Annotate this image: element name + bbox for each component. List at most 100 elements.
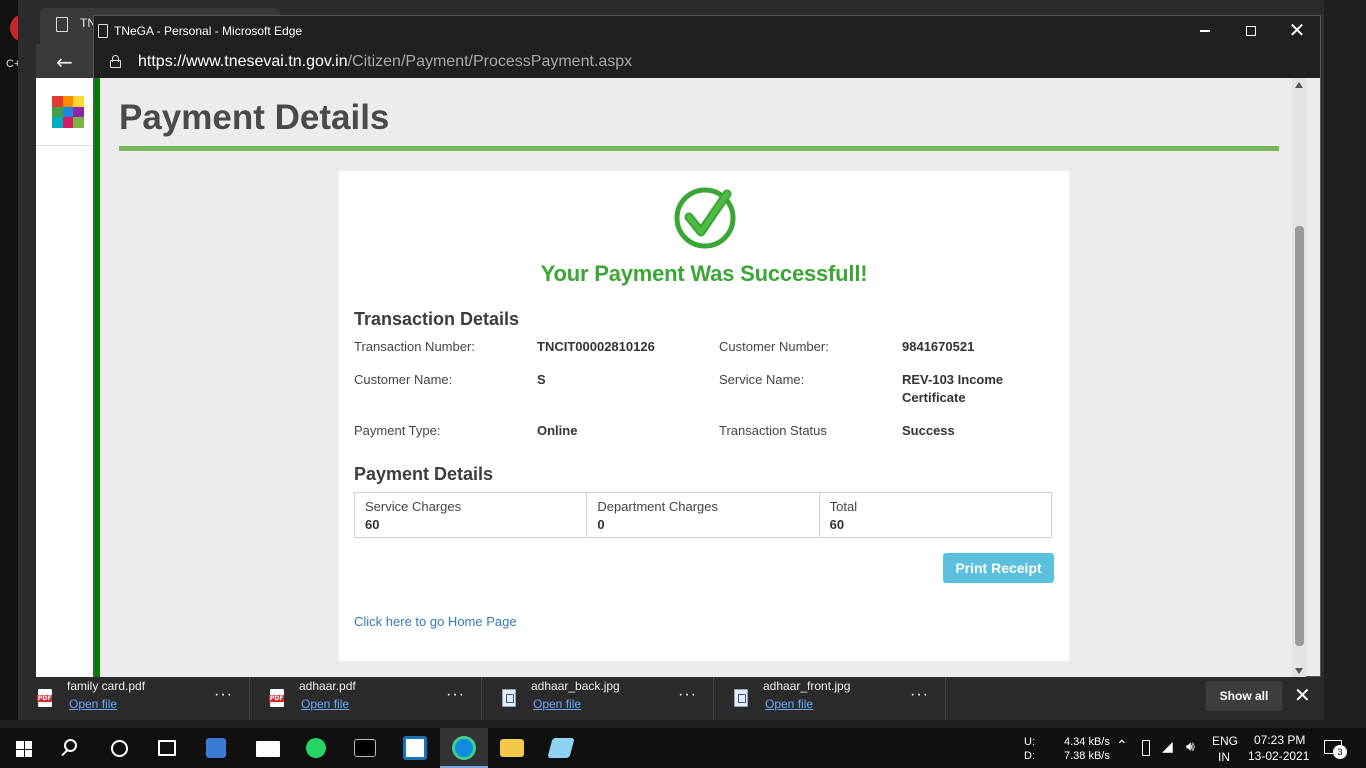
lock-icon[interactable] (110, 55, 121, 68)
service-charges-cell: Service Charges 60 (355, 493, 588, 537)
net-download-speed: 7.38 kB/s (1064, 750, 1110, 762)
payment-card: Your Payment Was Successfull! Transactio… (339, 171, 1069, 661)
network-icon[interactable]: ◢ (1162, 739, 1173, 753)
maximize-button[interactable] (1228, 16, 1274, 46)
service-name-label: Service Name: (719, 372, 805, 387)
scroll-up-arrow-icon[interactable] (1295, 82, 1303, 88)
app-notepad-icon[interactable] (547, 738, 575, 758)
terminal-icon[interactable] (354, 739, 376, 757)
more-options-icon[interactable]: ··· (214, 686, 233, 704)
more-options-icon[interactable]: ··· (446, 686, 465, 704)
download-filename: family card.pdf (67, 679, 146, 693)
customer-name-value: S (537, 372, 546, 387)
open-file-link[interactable]: Open file (69, 697, 117, 711)
title-bar: TNeGA - Personal - Microsoft Edge ✕ (94, 16, 1320, 46)
service-charges-value: 60 (365, 517, 380, 532)
transaction-number-value: TNCIT00002810126 (537, 339, 655, 354)
app-l-icon[interactable] (403, 736, 427, 760)
net-label-upload: U: (1024, 736, 1035, 748)
maximize-icon (1246, 26, 1256, 37)
search-icon[interactable] (64, 739, 77, 752)
page-title: Payment Details (119, 98, 390, 137)
url-host: https://www.tnesevai.tn.gov.in (138, 53, 348, 70)
success-check-icon (674, 187, 736, 249)
file-explorer-icon[interactable] (500, 739, 524, 757)
window-title: TNeGA - Personal - Microsoft Edge (114, 24, 303, 38)
customer-number-value: 9841670521 (902, 339, 975, 354)
payment-type-label: Payment Type: (354, 423, 441, 438)
payment-type-value: Online (537, 423, 578, 438)
print-receipt-button[interactable]: Print Receipt (943, 553, 1054, 583)
open-file-link[interactable]: Open file (533, 697, 581, 711)
mail-icon[interactable] (256, 741, 280, 757)
success-message: Your Payment Was Successfull! (540, 261, 868, 286)
volume-icon[interactable]: 🔊︎ (1186, 739, 1195, 753)
whatsapp-icon[interactable] (306, 738, 326, 758)
download-item[interactable]: family card.pdf Open file ··· (18, 677, 250, 720)
address-bar[interactable]: https://www.tnesevai.tn.gov.in/Citizen/P… (94, 46, 1320, 78)
service-charges-label: Service Charges (365, 499, 462, 514)
windows-start-icon[interactable] (16, 741, 32, 757)
transaction-status-value: Success (902, 423, 955, 438)
download-item[interactable]: adhaar.pdf Open file ··· (250, 677, 482, 720)
net-label-download: D: (1024, 750, 1035, 762)
download-filename: adhaar_back.jpg (531, 679, 620, 693)
home-page-link[interactable]: Click here to go Home Page (354, 614, 517, 629)
url-text[interactable]: https://www.tnesevai.tn.gov.in/Citizen/P… (138, 53, 632, 71)
cortana-icon[interactable] (111, 740, 128, 757)
desktop-left-edge: C+ (0, 0, 24, 720)
customer-number-label: Customer Number: (719, 339, 829, 354)
page-icon (56, 17, 68, 32)
green-frame-left (94, 78, 100, 678)
open-file-link[interactable]: Open file (765, 697, 813, 711)
usb-icon[interactable] (1142, 740, 1150, 756)
region-indicator[interactable]: IN (1218, 750, 1230, 764)
close-downloads-icon[interactable]: ✕ (1294, 683, 1311, 708)
taskbar: U: D: 4.34 kB/s 7.38 kB/s ⌃ ◢ 🔊︎ ENG IN … (0, 728, 1366, 768)
payment-details-title: Payment Details (354, 464, 494, 484)
transaction-details-title: Transaction Details (354, 309, 520, 329)
total-value: 60 (829, 517, 845, 532)
show-all-button[interactable]: Show all (1206, 681, 1282, 711)
department-charges-label: Department Charges (597, 499, 718, 514)
department-charges-value: 0 (597, 517, 605, 532)
page-viewport: Payment Details Your Payment Was Success… (94, 78, 1306, 678)
clock-date[interactable]: 13-02-2021 (1248, 749, 1309, 763)
url-path: /Citizen/Payment/ProcessPayment.aspx (347, 53, 633, 70)
downloads-bar: family card.pdf Open file ··· adhaar.pdf… (18, 677, 1324, 720)
computer-icon[interactable] (206, 738, 226, 758)
close-window-button[interactable]: ✕ (1274, 16, 1320, 46)
transaction-status-label: Transaction Status (719, 423, 827, 438)
image-file-icon (502, 689, 516, 707)
service-name-value: REV-103 Income Certificate (902, 372, 1004, 405)
language-indicator[interactable]: ENG (1212, 734, 1238, 748)
vertical-scrollbar[interactable] (1292, 78, 1306, 678)
chevron-up-icon[interactable]: ⌃ (1116, 738, 1128, 752)
task-view-icon[interactable] (158, 740, 176, 756)
minimize-button[interactable] (1182, 16, 1228, 46)
edge-taskbar-button[interactable] (440, 728, 488, 768)
open-file-link[interactable]: Open file (301, 697, 349, 711)
more-options-icon[interactable]: ··· (678, 686, 697, 704)
scroll-down-arrow-icon[interactable] (1295, 668, 1303, 674)
page-icon (98, 24, 108, 38)
edge-popup-window: TNeGA - Personal - Microsoft Edge ✕ http… (93, 15, 1321, 678)
transaction-number-label: Transaction Number: (354, 339, 475, 354)
minimize-icon (1200, 30, 1210, 32)
download-item[interactable]: adhaar_front.jpg Open file ··· (714, 677, 946, 720)
scroll-thumb[interactable] (1295, 226, 1304, 646)
download-filename: adhaar.pdf (299, 679, 356, 693)
more-options-icon[interactable]: ··· (910, 686, 929, 704)
total-label: Total (829, 499, 858, 514)
download-filename: adhaar_front.jpg (763, 679, 851, 693)
back-arrow-icon[interactable]: ← (56, 50, 73, 74)
pdf-file-icon (37, 689, 53, 707)
download-item[interactable]: adhaar_back.jpg Open file ··· (482, 677, 714, 720)
net-upload-speed: 4.34 kB/s (1064, 736, 1110, 748)
clock-time[interactable]: 07:23 PM (1254, 733, 1305, 747)
heading-divider (119, 146, 1279, 151)
charges-table: Service Charges 60 Department Charges 0 … (354, 492, 1052, 538)
notification-count-badge: 3 (1333, 745, 1347, 759)
department-charges-cell: Department Charges 0 (587, 493, 820, 537)
app-logo-icon (52, 96, 84, 128)
